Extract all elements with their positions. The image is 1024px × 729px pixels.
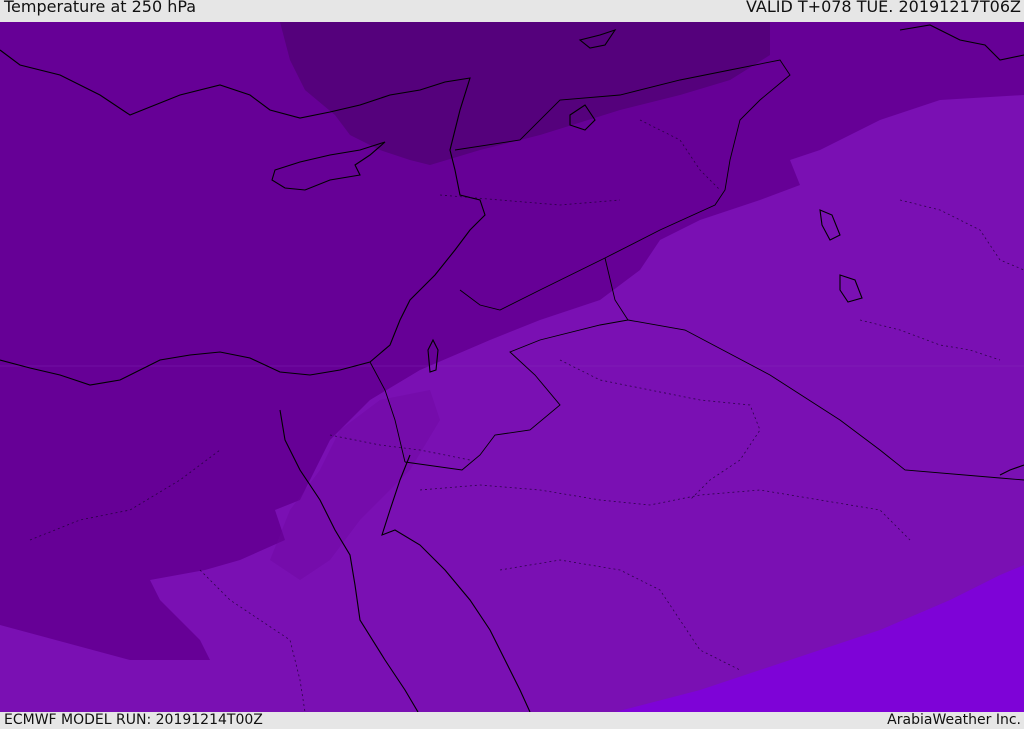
temperature-map[interactable] bbox=[0, 22, 1024, 712]
map-title: Temperature at 250 hPa bbox=[4, 0, 197, 16]
credit-text: ArabiaWeather Inc. bbox=[887, 712, 1021, 728]
valid-time: VALID T+078 TUE. 20191217T06Z bbox=[745, 0, 1021, 16]
footer-bar: ECMWF MODEL RUN: 20191214T00Z ArabiaWeat… bbox=[0, 712, 1024, 729]
map-canvas bbox=[0, 22, 1024, 712]
model-run: ECMWF MODEL RUN: 20191214T00Z bbox=[4, 712, 263, 728]
header-bar: Temperature at 250 hPa VALID T+078 TUE. … bbox=[0, 0, 1024, 22]
